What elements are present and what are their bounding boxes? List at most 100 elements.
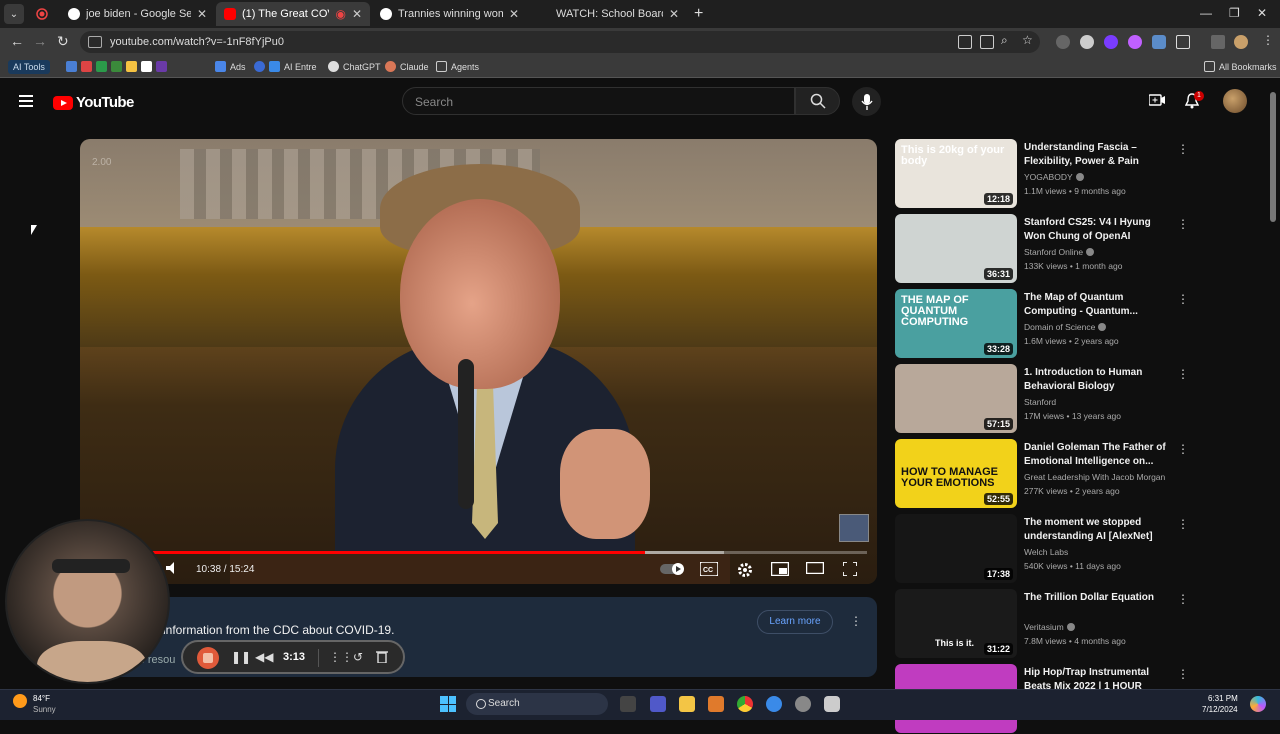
tab-google-search[interactable]: joe biden - Google Search ✕ — [60, 2, 215, 26]
profile-avatar-icon[interactable] — [1234, 35, 1248, 49]
bookmark-ads[interactable]: Ads — [215, 61, 246, 72]
file-explorer-icon[interactable] — [679, 696, 695, 712]
bookmark-claude[interactable]: Claude — [385, 61, 429, 72]
video-player[interactable]: 2.00 10:38 / 15:24 CC — [80, 139, 877, 584]
more-actions-icon[interactable]: ⋮ — [1177, 142, 1189, 156]
extension-icon[interactable] — [1128, 35, 1142, 49]
more-actions-icon[interactable]: ⋮ — [1177, 442, 1189, 456]
video-title[interactable]: The moment we stopped understanding AI [… — [1024, 516, 1174, 544]
webcam-overlay[interactable] — [5, 519, 170, 684]
app-icon[interactable] — [708, 696, 724, 712]
video-thumbnail[interactable]: This is it. 31:22 — [895, 589, 1017, 658]
bookmark-agents[interactable]: Agents — [436, 61, 479, 72]
youtube-logo[interactable]: YouTube — [53, 94, 134, 111]
zoom-icon[interactable]: ⌕ — [1001, 33, 1008, 48]
minimize-icon[interactable]: — — [1200, 6, 1212, 20]
tab-close-icon[interactable]: ✕ — [352, 7, 362, 21]
video-thumbnail[interactable]: 57:15 — [895, 364, 1017, 433]
video-thumbnail[interactable]: THE MAP OF QUANTUM COMPUTING 33:28 — [895, 289, 1017, 358]
video-title[interactable]: The Map of Quantum Computing - Quantum..… — [1024, 291, 1174, 319]
site-info-icon[interactable] — [88, 36, 102, 48]
fullscreen-icon[interactable] — [842, 561, 858, 579]
recommended-video[interactable]: 36:31 Stanford CS25: V4 I Hyung Won Chung… — [895, 214, 1195, 284]
more-actions-icon[interactable]: ⋮ — [1177, 592, 1189, 606]
grid-icon[interactable]: ⋮⋮ — [329, 650, 353, 664]
teams-icon[interactable] — [650, 696, 666, 712]
video-thumbnail[interactable]: 17:38 — [895, 514, 1017, 583]
maximize-icon[interactable]: ❐ — [1229, 6, 1240, 20]
restart-icon[interactable]: ↺ — [353, 650, 363, 664]
more-actions-icon[interactable]: ⋮ — [1177, 667, 1189, 681]
video-title[interactable]: Daniel Goleman The Father of Emotional I… — [1024, 441, 1174, 469]
bookmark-ai-tools[interactable]: AI Tools — [8, 60, 50, 74]
more-actions-icon[interactable]: ⋮ — [1177, 367, 1189, 381]
task-view-icon[interactable] — [620, 696, 636, 712]
voice-search-button[interactable] — [852, 87, 881, 116]
settings-gear-icon[interactable] — [737, 562, 753, 581]
reload-icon[interactable]: ↻ — [57, 33, 69, 50]
recommended-video[interactable]: 17:38 The moment we stopped understanding… — [895, 514, 1195, 584]
search-input[interactable]: Search — [402, 87, 795, 115]
video-thumbnail[interactable]: 36:31 — [895, 214, 1017, 283]
copilot-icon[interactable] — [1250, 696, 1266, 712]
rewind-icon[interactable]: ◀◀ — [255, 650, 273, 664]
extensions-puzzle-icon[interactable] — [1176, 35, 1190, 49]
channel-name[interactable]: Domain of Science — [1024, 322, 1107, 332]
volume-icon[interactable] — [166, 562, 180, 577]
channel-name[interactable]: Great Leadership With Jacob Morgan — [1024, 472, 1165, 482]
tab-trannies[interactable]: Trannies winning womens spor ✕ — [372, 2, 527, 26]
more-actions-icon[interactable]: ⋮ — [1177, 217, 1189, 231]
bookmark-star-icon[interactable]: ☆ — [1022, 33, 1033, 47]
extension-icon[interactable] — [1152, 35, 1166, 49]
more-actions-icon[interactable]: ⋮ — [1177, 517, 1189, 531]
pause-icon[interactable]: ❚❚ — [231, 650, 251, 664]
video-title[interactable]: Stanford CS25: V4 I Hyung Won Chung of O… — [1024, 216, 1174, 244]
recommended-video[interactable]: HOW TO MANAGE YOUR EMOTIONS 52:55 Daniel G… — [895, 439, 1195, 509]
tab-close-icon[interactable]: ✕ — [509, 7, 519, 21]
reading-list-icon[interactable] — [1211, 35, 1225, 49]
channel-name[interactable]: Stanford — [1024, 397, 1056, 407]
video-title[interactable]: The Trillion Dollar Equation — [1024, 591, 1174, 605]
app-icon[interactable] — [766, 696, 782, 712]
video-title[interactable]: 1. Introduction to Human Behavioral Biol… — [1024, 366, 1174, 394]
account-avatar[interactable] — [1223, 89, 1247, 113]
tab-school-board[interactable]: WATCH: School Board Squirms ✕ — [530, 2, 687, 26]
new-tab-button[interactable]: + — [694, 5, 703, 23]
channel-name[interactable]: Veritasium — [1024, 622, 1075, 632]
cast-icon[interactable] — [958, 35, 972, 49]
windows-start-icon[interactable] — [440, 696, 456, 712]
recommended-video[interactable]: This is 20kg of your body 12:18 Understand… — [895, 139, 1195, 209]
bookmark-favicons[interactable] — [66, 61, 171, 72]
recommended-video[interactable]: This is it. 31:22 The Trillion Dollar Equa… — [895, 589, 1195, 659]
tab-search-button[interactable]: ⌄ — [4, 4, 24, 24]
captions-icon[interactable]: CC — [699, 561, 719, 579]
chrome-icon[interactable] — [737, 696, 753, 712]
video-thumbnail[interactable]: This is 20kg of your body 12:18 — [895, 139, 1017, 208]
video-thumbnail[interactable]: HOW TO MANAGE YOUR EMOTIONS 52:55 — [895, 439, 1017, 508]
menu-icon[interactable] — [19, 95, 33, 110]
delete-icon[interactable] — [376, 650, 388, 666]
forward-icon[interactable]: → — [33, 33, 47, 49]
miniplayer-icon[interactable] — [770, 561, 790, 579]
bookmark-ai-entre[interactable]: AI Entre — [254, 61, 317, 72]
tab-youtube[interactable]: (1) The Great COVID Cover ◉ ✕ — [216, 2, 370, 26]
chrome-menu-icon[interactable]: ⋮ — [1262, 33, 1274, 47]
video-title[interactable]: Understanding Fascia – Flexibility, Powe… — [1024, 141, 1174, 169]
autoplay-toggle[interactable] — [660, 562, 686, 579]
address-bar[interactable]: youtube.com/watch?v=-1nF8fYjPu0 — [80, 31, 1040, 53]
channel-name[interactable]: YOGABODY — [1024, 172, 1084, 182]
page-scrollbar[interactable] — [1270, 92, 1276, 222]
channel-watermark[interactable] — [839, 514, 869, 542]
channel-name[interactable]: Stanford Online — [1024, 247, 1095, 257]
extension-icon[interactable] — [1080, 35, 1094, 49]
install-app-icon[interactable] — [980, 35, 994, 49]
create-video-icon[interactable] — [1148, 93, 1165, 110]
taskbar-search[interactable]: Search — [466, 693, 608, 715]
bookmark-chatgpt[interactable]: ChatGPT — [328, 61, 381, 72]
app-icon[interactable] — [824, 696, 840, 712]
stop-recording-button[interactable] — [197, 647, 219, 669]
tab-close-icon[interactable]: ✕ — [669, 7, 679, 21]
weather-sun-icon[interactable] — [13, 694, 27, 708]
info-panel-more-icon[interactable]: ⋮ — [850, 614, 862, 628]
extension-moon-icon[interactable] — [1104, 35, 1118, 49]
